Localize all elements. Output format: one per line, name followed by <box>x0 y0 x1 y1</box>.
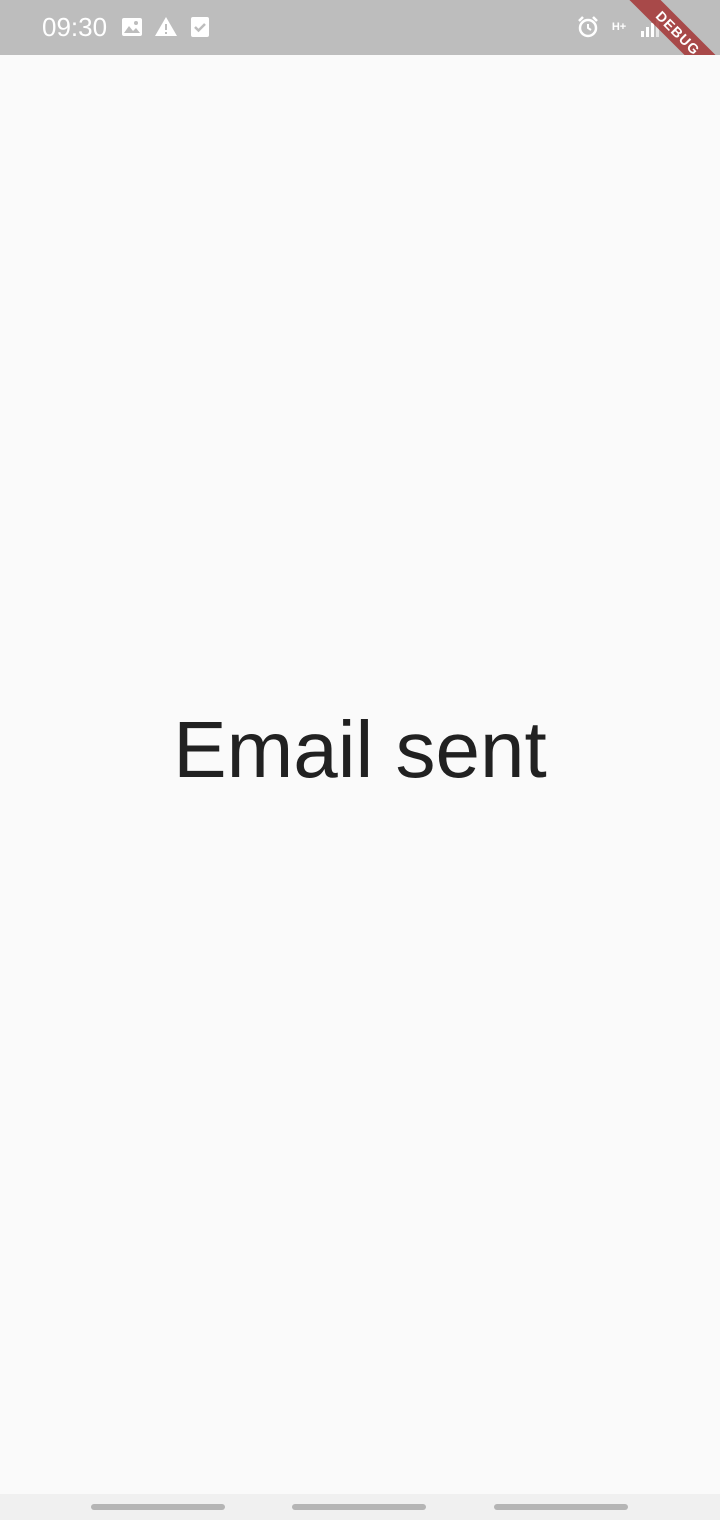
nav-handle-center[interactable] <box>292 1504 426 1510</box>
nav-handle-right[interactable] <box>494 1504 628 1510</box>
image-icon <box>120 15 144 39</box>
email-sent-message: Email sent <box>173 705 547 794</box>
system-icons: H+ <box>576 15 662 39</box>
signal-icon <box>638 15 662 39</box>
network-type-icon: H+ <box>611 21 627 33</box>
warning-icon <box>154 15 178 39</box>
alarm-icon <box>576 15 600 39</box>
task-check-icon <box>188 15 212 39</box>
navigation-bar <box>0 1494 720 1520</box>
nav-handle-left[interactable] <box>91 1504 225 1510</box>
status-time: 09:30 <box>42 12 108 42</box>
notification-icons <box>120 15 212 39</box>
main-content: Email sent <box>0 55 720 1494</box>
status-bar: 09:30 H+ DEBUG <box>0 0 720 98</box>
